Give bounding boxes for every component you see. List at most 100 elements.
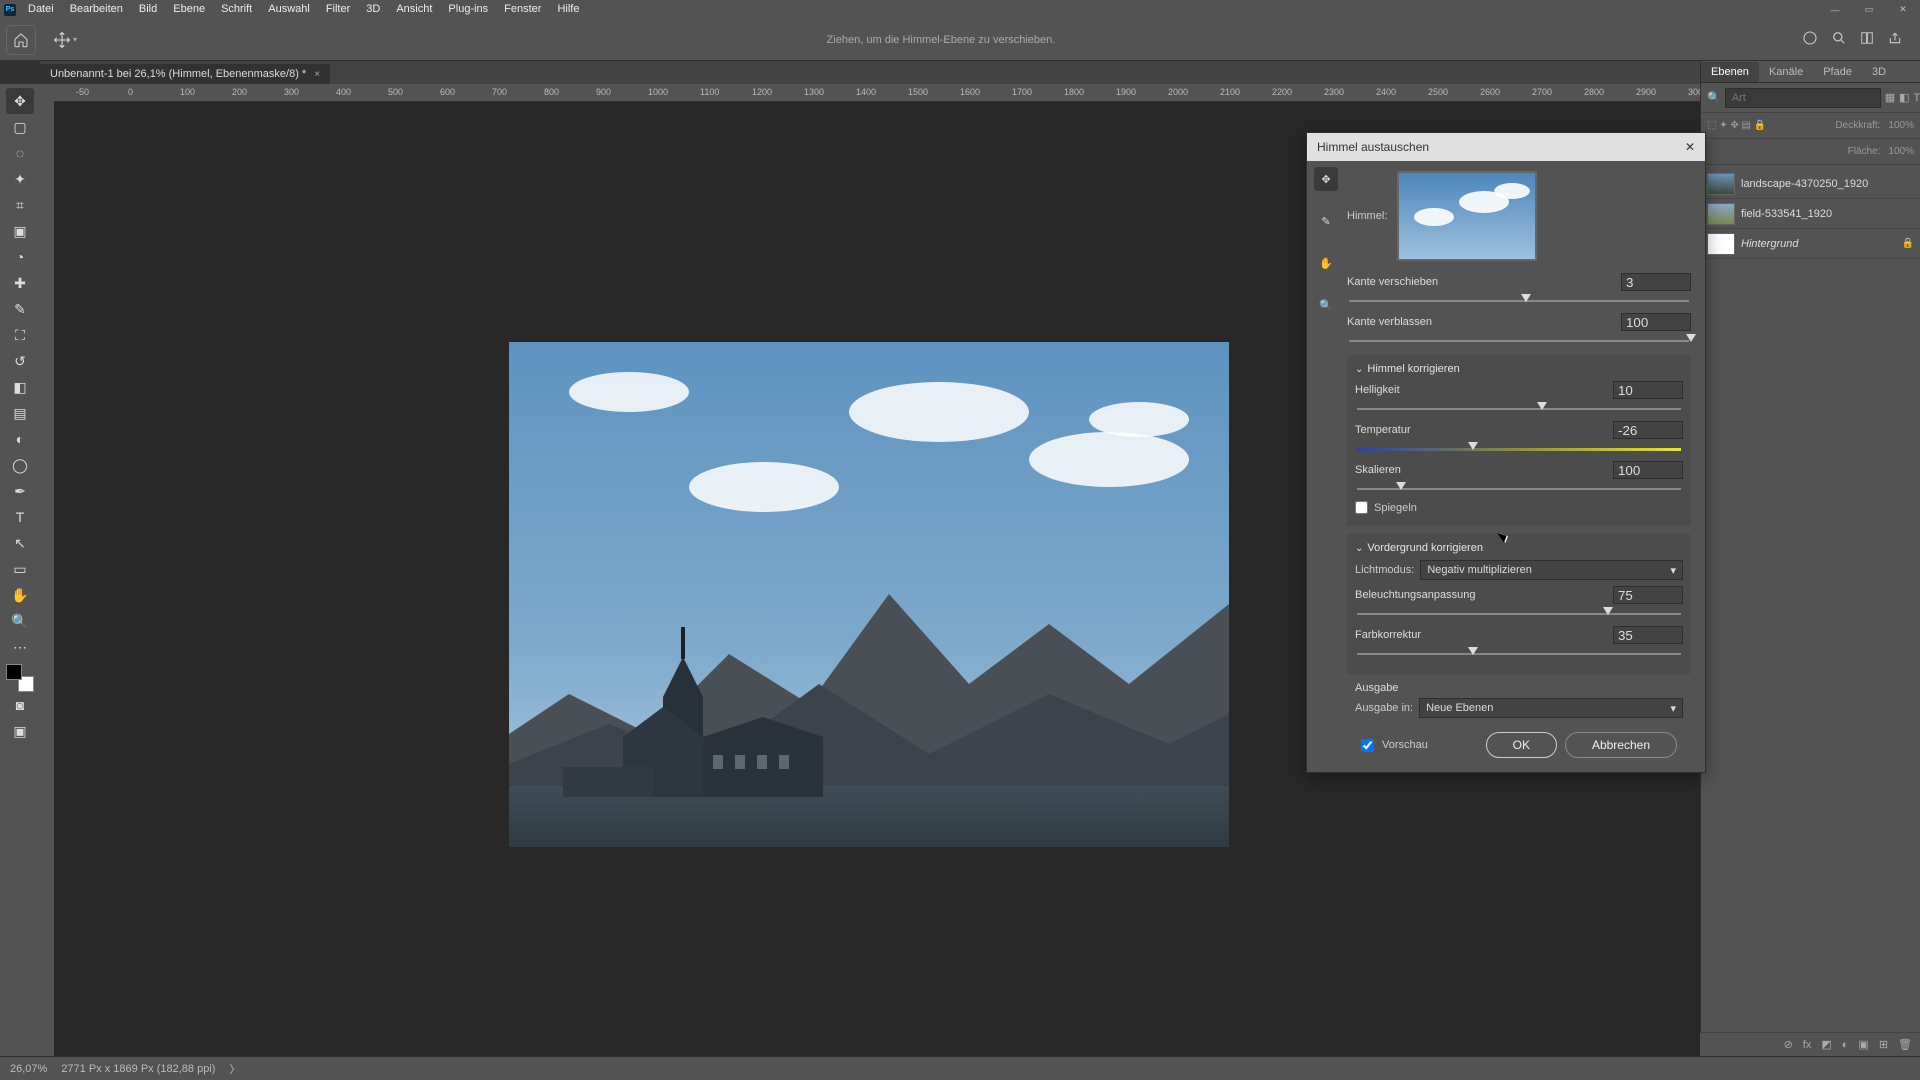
filter-icon[interactable]: ◧: [1899, 89, 1909, 107]
workspace-icon[interactable]: [1860, 31, 1874, 48]
slider[interactable]: [1355, 648, 1683, 660]
menu-item[interactable]: 3D: [358, 0, 388, 19]
heal-tool-icon[interactable]: ✚: [6, 270, 34, 296]
history-brush-tool-icon[interactable]: ↺: [6, 348, 34, 374]
menu-item[interactable]: Fenster: [496, 0, 549, 19]
tab-paths[interactable]: Pfade: [1813, 62, 1862, 82]
wand-tool-icon[interactable]: ✦: [6, 166, 34, 192]
output-select[interactable]: Neue Ebenen ▾: [1419, 698, 1683, 718]
lock-icon[interactable]: 🔒: [1902, 238, 1914, 249]
param-value[interactable]: [1621, 273, 1691, 291]
menu-item[interactable]: Schrift: [213, 0, 260, 19]
menu-item[interactable]: Datei: [20, 0, 62, 19]
menu-item[interactable]: Ebene: [165, 0, 213, 19]
zoom-tool-icon[interactable]: 🔍: [1314, 293, 1338, 317]
gradient-tool-icon[interactable]: ▤: [6, 400, 34, 426]
layer-row[interactable]: field-533541_1920: [1701, 199, 1920, 229]
menu-item[interactable]: Hilfe: [549, 0, 587, 19]
quickmask-icon[interactable]: ◙: [6, 692, 34, 718]
new-layer-icon[interactable]: ⊞: [1879, 1038, 1888, 1051]
eraser-tool-icon[interactable]: ◧: [6, 374, 34, 400]
dodge-tool-icon[interactable]: ◯: [6, 452, 34, 478]
menu-item[interactable]: Bild: [131, 0, 165, 19]
ok-button[interactable]: OK: [1486, 732, 1557, 758]
type-tool-icon[interactable]: T: [6, 504, 34, 530]
zoom-tool-icon[interactable]: 🔍: [6, 608, 34, 634]
brush-tool-icon[interactable]: ✎: [6, 296, 34, 322]
brush-tool-icon[interactable]: ✎: [1314, 209, 1338, 233]
path-tool-icon[interactable]: ↖: [6, 530, 34, 556]
more-tools-icon[interactable]: ⋯: [6, 634, 34, 660]
param-value[interactable]: [1613, 381, 1683, 399]
flip-checkbox[interactable]: [1355, 501, 1368, 514]
opacity-value[interactable]: 100%: [1888, 120, 1914, 131]
param-value[interactable]: [1621, 313, 1691, 331]
doc-info-chevron-icon[interactable]: 〉: [229, 1061, 240, 1077]
menu-item[interactable]: Bearbeiten: [62, 0, 131, 19]
search-icon[interactable]: [1832, 31, 1846, 48]
cloud-icon[interactable]: [1802, 30, 1818, 49]
screenmode-icon[interactable]: ▣: [6, 718, 34, 744]
move-tool-icon[interactable]: ▾: [50, 25, 80, 55]
adjustment-icon[interactable]: ◐: [1842, 1039, 1849, 1051]
menu-item[interactable]: Ansicht: [388, 0, 440, 19]
preview-checkbox[interactable]: [1361, 739, 1374, 752]
lock-icons[interactable]: ⬚ ✦ ✥ ▤ 🔒: [1707, 120, 1766, 131]
fill-value[interactable]: 100%: [1888, 146, 1914, 157]
blur-tool-icon[interactable]: ◐: [6, 426, 34, 452]
slider[interactable]: [1355, 403, 1683, 415]
slider[interactable]: [1347, 335, 1691, 347]
zoom-level[interactable]: 26,07%: [10, 1063, 47, 1075]
sky-preset-picker[interactable]: [1397, 171, 1537, 261]
pen-tool-icon[interactable]: ✒: [6, 478, 34, 504]
maximize-button[interactable]: ▭: [1852, 0, 1886, 19]
doc-info[interactable]: 2771 Px x 1869 Px (182,88 ppi): [61, 1063, 215, 1075]
crop-tool-icon[interactable]: ⌗: [6, 192, 34, 218]
move-tool-icon[interactable]: ✥: [1314, 167, 1338, 191]
group-icon[interactable]: ▣: [1858, 1038, 1868, 1051]
hand-tool-icon[interactable]: ✋: [1314, 251, 1338, 275]
lightmode-select[interactable]: Negativ multiplizieren ▾: [1420, 560, 1683, 580]
menu-item[interactable]: Filter: [318, 0, 358, 19]
fx-icon[interactable]: fx: [1803, 1039, 1812, 1051]
shape-tool-icon[interactable]: ▭: [6, 556, 34, 582]
filter-icon[interactable]: ▦: [1885, 89, 1895, 107]
tab-3d[interactable]: 3D: [1862, 62, 1896, 82]
frame-tool-icon[interactable]: ▣: [6, 218, 34, 244]
close-tab-icon[interactable]: ×: [314, 69, 320, 80]
param-value[interactable]: [1613, 586, 1683, 604]
param-value[interactable]: [1613, 626, 1683, 644]
foreground-swatch[interactable]: [6, 664, 22, 680]
marquee-tool-icon[interactable]: ▢: [6, 114, 34, 140]
slider[interactable]: [1355, 483, 1683, 495]
cancel-button[interactable]: Abbrechen: [1565, 732, 1677, 758]
document-tab[interactable]: Unbenannt-1 bei 26,1% (Himmel, Ebenenmas…: [40, 64, 330, 84]
delete-layer-icon[interactable]: 🗑: [1898, 1038, 1912, 1051]
slider[interactable]: [1355, 608, 1683, 620]
share-icon[interactable]: [1888, 31, 1902, 48]
param-value[interactable]: [1613, 461, 1683, 479]
close-button[interactable]: ✕: [1886, 0, 1920, 19]
hand-tool-icon[interactable]: ✋: [6, 582, 34, 608]
section-header[interactable]: Himmel korrigieren: [1355, 363, 1683, 375]
slider[interactable]: [1347, 295, 1691, 307]
eyedropper-tool-icon[interactable]: ◔: [6, 244, 34, 270]
layer-row[interactable]: landscape-4370250_1920: [1701, 169, 1920, 199]
lasso-tool-icon[interactable]: ◌: [6, 140, 34, 166]
filter-icon[interactable]: T: [1914, 89, 1920, 107]
tab-channels[interactable]: Kanäle: [1759, 62, 1813, 82]
layers-filter-input[interactable]: [1725, 88, 1881, 108]
menu-item[interactable]: Plug-ins: [440, 0, 496, 19]
param-value[interactable]: [1613, 421, 1683, 439]
section-header[interactable]: Vordergrund korrigieren: [1355, 542, 1683, 554]
close-icon[interactable]: ✕: [1685, 140, 1695, 154]
dialog-titlebar[interactable]: Himmel austauschen ✕: [1307, 133, 1705, 161]
layer-row[interactable]: Hintergrund 🔒: [1701, 229, 1920, 259]
home-icon[interactable]: [6, 25, 36, 55]
move-tool-icon[interactable]: ✥: [6, 88, 34, 114]
link-layers-icon[interactable]: ⊘: [1784, 1038, 1793, 1051]
slider-temperature[interactable]: [1355, 443, 1683, 455]
color-swatches[interactable]: [6, 664, 34, 692]
tab-layers[interactable]: Ebenen: [1701, 62, 1759, 82]
menu-item[interactable]: Auswahl: [260, 0, 318, 19]
